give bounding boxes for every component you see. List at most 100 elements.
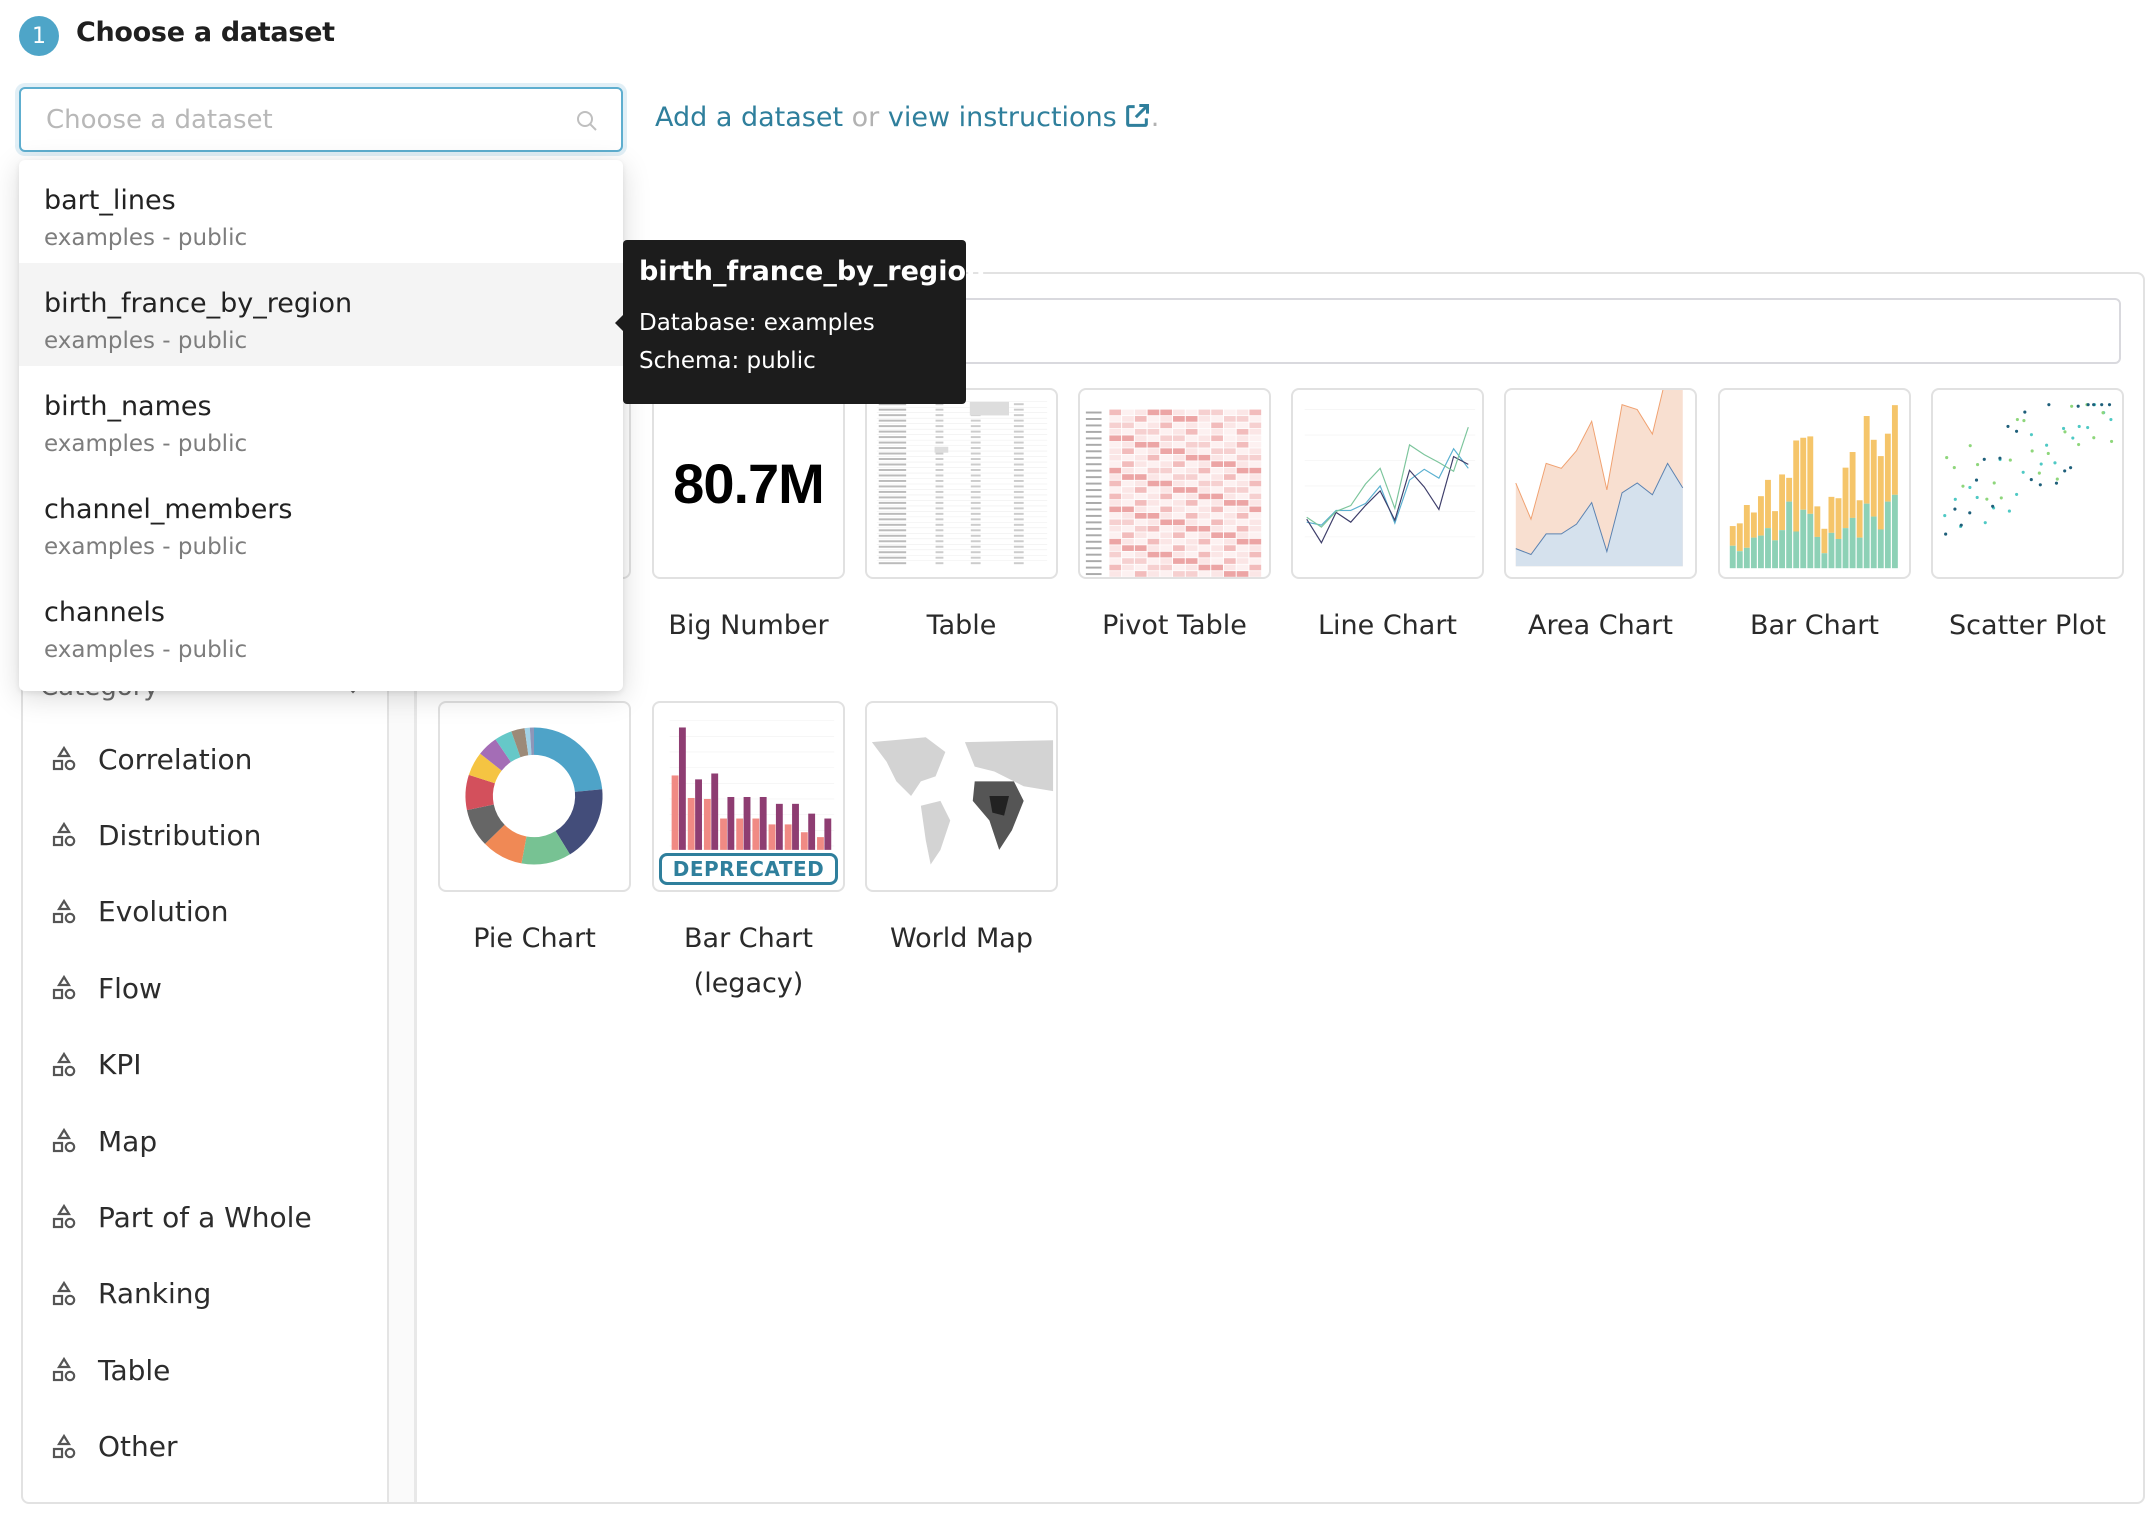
dataset-option[interactable]: channel_members examples - public [19, 469, 623, 572]
shapes-icon [52, 975, 76, 1000]
viz-card-pie-chart[interactable]: Pie Chart [438, 701, 631, 961]
table-cell-text [935, 545, 944, 548]
pivot-cell [1122, 512, 1134, 519]
scatter-point [1974, 478, 1979, 482]
pivot-cell [1173, 454, 1185, 461]
pivot-cell [1109, 416, 1122, 422]
pivot-cell [1160, 409, 1173, 416]
sidebar-item-label: Map [98, 1124, 158, 1158]
pivot-cell [1236, 551, 1249, 558]
pivot-cell [1173, 422, 1185, 429]
dataset-option[interactable]: channels examples - public [19, 572, 623, 675]
viz-card-scatter-plot[interactable]: Scatter Plot [1931, 388, 2124, 648]
shapes-icon [52, 1051, 76, 1076]
pivot-cell [1223, 519, 1236, 526]
pivot-cell [1249, 512, 1262, 519]
pivot-cell [1173, 551, 1185, 558]
table-cell-text [1013, 551, 1024, 554]
sidebar-item-correlation[interactable]: Correlation [40, 729, 370, 789]
table-cell-text [935, 485, 944, 488]
sidebar-item-part-of-a-whole[interactable]: Part of a Whole [40, 1187, 370, 1247]
table-cell-text [1013, 479, 1024, 482]
table-cell-text [878, 562, 907, 565]
bar-segment-bottom [1800, 509, 1807, 569]
pivot-cell [1236, 532, 1249, 539]
viz-card-area-chart[interactable]: Area Chart [1504, 388, 1697, 648]
viz-thumbnail-pie-chart [438, 701, 631, 892]
scatter-point [1982, 457, 1986, 461]
pivot-row-label [1085, 418, 1102, 420]
pivot-cell [1236, 519, 1249, 526]
view-instructions-link[interactable]: view instructions [888, 102, 1151, 133]
sidebar-item-other[interactable]: Other [40, 1417, 370, 1477]
viz-card-table[interactable]: Table [865, 388, 1058, 648]
pivot-cell [1147, 435, 1160, 442]
pivot-cell [1134, 422, 1147, 429]
pivot-cell [1223, 532, 1236, 539]
viz-label: Area Chart [1528, 610, 1673, 641]
scatter-point [2053, 461, 2057, 465]
scatter-point [1953, 497, 1957, 501]
dataset-option[interactable]: birth_names examples - public [19, 366, 623, 469]
pivot-cell [1185, 454, 1198, 461]
sidebar-item-distribution[interactable]: Distribution [40, 805, 370, 865]
table-cell-text [970, 479, 981, 482]
pivot-cell [1147, 461, 1160, 467]
table-cell-text [935, 501, 944, 504]
viz-card-line-chart[interactable]: Line Chart [1291, 388, 1484, 648]
bar-legacy-a [768, 824, 776, 850]
table-cell-text [935, 556, 944, 559]
viz-card-bar-chart-legacy[interactable]: DEPRECATED Bar Chart (legacy) [652, 701, 845, 1006]
pivot-cell [1173, 500, 1185, 506]
viz-card-big-number[interactable]: 80.7M Big Number [652, 388, 845, 648]
pivot-cell [1109, 506, 1122, 513]
bar-segment-bottom [1729, 545, 1736, 569]
dataset-select[interactable] [19, 87, 623, 152]
viz-card-world-map[interactable]: World Map [865, 701, 1058, 961]
table-cell-text [878, 512, 907, 515]
scatter-point [2061, 426, 2066, 431]
pivot-cell [1185, 480, 1198, 487]
pivot-cell [1147, 525, 1160, 532]
table-cell-text [935, 490, 944, 493]
table-cell-text [1013, 463, 1024, 466]
sidebar-item-evolution[interactable]: Evolution [40, 882, 370, 942]
scatter-point [1945, 456, 1949, 460]
scatter-point [2038, 483, 2042, 487]
table-cell-text [970, 447, 981, 450]
dataset-search-input[interactable] [21, 89, 621, 150]
dataset-option[interactable]: birth_france_by_region examples - public [19, 263, 623, 366]
viz-card-pivot-table[interactable]: Pivot Table [1078, 388, 1271, 648]
pivot-cell [1198, 545, 1211, 551]
bar-segment-bottom [1814, 536, 1821, 569]
dataset-option[interactable]: bart_lines examples - public [19, 160, 623, 263]
table-highlight [934, 446, 949, 453]
table-cell-text [878, 408, 907, 411]
sidebar-item-table[interactable]: Table [40, 1340, 370, 1400]
sidebar-item-kpi[interactable]: KPI [40, 1035, 370, 1095]
sidebar-item-ranking[interactable]: Ranking [40, 1264, 370, 1324]
scatter-point [2076, 404, 2080, 408]
pivot-cell [1109, 461, 1122, 467]
sidebar-item-flow[interactable]: Flow [40, 958, 370, 1018]
scatter-point [1975, 495, 1979, 500]
pivot-cell [1173, 519, 1185, 526]
pivot-cell [1249, 538, 1262, 545]
sidebar-item-map[interactable]: Map [40, 1111, 370, 1171]
pivot-cell [1236, 512, 1249, 519]
table-cell-text [970, 523, 981, 526]
pivot-cell [1134, 493, 1147, 500]
pivot-cell [1211, 474, 1223, 480]
pivot-row-label [1085, 540, 1102, 543]
pivot-cell [1173, 428, 1185, 435]
pivot-cell [1122, 474, 1134, 480]
bar-segment-top [1786, 477, 1793, 502]
add-dataset-link[interactable]: Add a dataset [655, 102, 843, 133]
viz-card-bar-chart[interactable]: Bar Chart [1718, 388, 1911, 648]
table-cell-text [878, 452, 907, 455]
pivot-cell [1122, 506, 1134, 513]
table-cell-text [935, 469, 944, 471]
bar-segment-bottom [1736, 551, 1743, 569]
pivot-cell [1223, 493, 1236, 500]
pivot-cell [1198, 428, 1211, 435]
